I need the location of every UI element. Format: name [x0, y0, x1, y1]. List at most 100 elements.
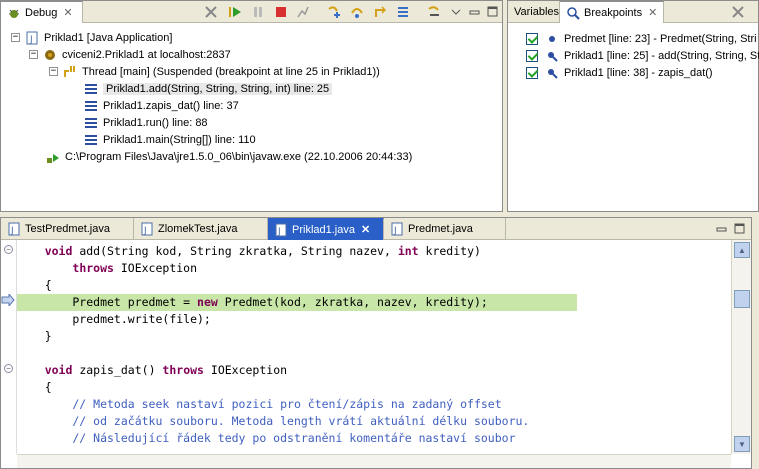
- collapse-toggle[interactable]: −: [11, 33, 20, 42]
- fold-icon[interactable]: −: [4, 245, 13, 254]
- stack-frame[interactable]: Priklad1.zapis_dat() line: 37: [83, 97, 239, 114]
- code-line: void zapis_dat() throws IOException: [44, 363, 288, 377]
- code-line: }: [17, 329, 52, 343]
- debug-tabbar: Debug ✕: [1, 1, 502, 23]
- current-code-line: Predmet predmet = new Predmet(kod, zkrat…: [17, 294, 577, 311]
- stack-frame-icon: [83, 132, 99, 148]
- tree-label: Priklad1.main(String[]) line: 110: [103, 133, 256, 146]
- step-into-icon[interactable]: [326, 4, 342, 20]
- maximize-icon[interactable]: [732, 221, 748, 237]
- horizontal-scrollbar[interactable]: [17, 454, 731, 468]
- breakpoints-icon: [566, 6, 580, 20]
- breakpoints-view: Variables Breakpoints ✕ Predmet [line: 2…: [507, 0, 759, 212]
- minimize-icon[interactable]: [714, 221, 730, 237]
- collapse-toggle[interactable]: −: [29, 50, 38, 59]
- tab-breakpoints[interactable]: Breakpoints ✕: [560, 1, 664, 23]
- process-icon: [45, 149, 61, 165]
- scroll-up-button[interactable]: ▲: [734, 242, 750, 258]
- breakpoints-tabbar: Variables Breakpoints ✕: [508, 1, 758, 23]
- close-icon[interactable]: ✕: [361, 223, 370, 236]
- view-menu-icon[interactable]: [448, 4, 464, 20]
- editor-ruler: − −: [1, 240, 17, 454]
- tab-debug[interactable]: Debug ✕: [1, 1, 83, 23]
- instruction-pointer-icon: [1, 292, 15, 308]
- debug-view: Debug ✕ − J Priklad1 [Java Application] …: [0, 0, 503, 212]
- tab-zlomektest[interactable]: J ZlomekTest.java: [134, 218, 268, 240]
- step-over-icon[interactable]: [349, 4, 365, 20]
- java-file-icon: J: [140, 222, 154, 236]
- tab-label: TestPredmet.java: [25, 223, 110, 235]
- stack-frame[interactable]: Priklad1.run() line: 88: [83, 114, 208, 131]
- suspend-icon[interactable]: [250, 4, 266, 20]
- code-editor[interactable]: void add(String kod, String zkratka, Str…: [17, 240, 731, 454]
- svg-text:J: J: [29, 35, 33, 45]
- tree-label: Priklad1.add(String, String, String, int…: [103, 82, 333, 95]
- tree-process[interactable]: C:\Program Files\Java\jre1.5.0_06\bin\ja…: [45, 148, 412, 165]
- remove-terminated-icon[interactable]: [203, 4, 219, 20]
- comment-line: // od začátku souboru. Metoda length vrá…: [17, 414, 530, 428]
- tab-label: ZlomekTest.java: [158, 223, 238, 235]
- tab-testpredmet[interactable]: J TestPredmet.java: [1, 218, 134, 240]
- thread-suspended-icon: [62, 64, 78, 80]
- breakpoint-item[interactable]: Priklad1 [line: 38] - zapis_dat(): [526, 64, 713, 81]
- code-line: {: [17, 278, 52, 292]
- java-file-icon: J: [390, 222, 404, 236]
- debug-bug-icon: [7, 6, 21, 20]
- code-line: throws IOException: [72, 261, 198, 275]
- svg-text:J: J: [277, 227, 281, 237]
- breakpoint-item[interactable]: Priklad1 [line: 25] - add(String, String…: [526, 47, 759, 64]
- stack-frame[interactable]: Priklad1.main(String[]) line: 110: [83, 131, 256, 148]
- collapse-toggle[interactable]: −: [49, 67, 58, 76]
- minimize-icon[interactable]: [467, 4, 483, 20]
- tab-variables[interactable]: Variables: [508, 1, 560, 23]
- tree-vm[interactable]: − cviceni2.Priklad1 at localhost:2837: [29, 46, 231, 63]
- breakpoints-tab-label: Breakpoints: [584, 6, 643, 19]
- tab-label: Predmet.java: [408, 223, 473, 235]
- breakpoint-label: Priklad1 [line: 25] - add(String, String…: [564, 49, 759, 62]
- debug-tab-label: Debug: [25, 6, 58, 19]
- editor-tabbar: J TestPredmet.java J ZlomekTest.java J P…: [1, 218, 751, 240]
- stack-frame-icon: [83, 115, 99, 131]
- breakpoint-checkbox[interactable]: [526, 32, 538, 45]
- close-icon[interactable]: ✕: [63, 6, 72, 19]
- breakpoint-item[interactable]: Predmet [line: 23] - Predmet(String, Str…: [526, 30, 757, 47]
- resume-icon[interactable]: [227, 4, 243, 20]
- remove-breakpoint-icon[interactable]: [730, 4, 746, 20]
- breakpoint-label: Predmet [line: 23] - Predmet(String, Str…: [564, 32, 757, 45]
- drop-to-frame-icon[interactable]: [395, 4, 411, 20]
- svg-text:J: J: [10, 226, 14, 236]
- close-icon[interactable]: ✕: [648, 6, 657, 19]
- tab-predmet[interactable]: J Predmet.java: [384, 218, 506, 240]
- editor-area: J TestPredmet.java J ZlomekTest.java J P…: [0, 217, 752, 469]
- maximize-icon[interactable]: [485, 4, 501, 20]
- tree-thread[interactable]: − Thread [main] (Suspended (breakpoint a…: [49, 63, 380, 80]
- code-line: void add(String kod, String zkratka, Str…: [44, 244, 481, 258]
- terminate-icon[interactable]: [273, 4, 289, 20]
- scroll-down-button[interactable]: ▼: [734, 436, 750, 452]
- tree-label: cviceni2.Priklad1 at localhost:2837: [62, 48, 231, 61]
- tab-priklad1[interactable]: J Priklad1.java ✕: [268, 218, 384, 240]
- java-file-icon: J: [274, 223, 288, 237]
- debug-tree: − J Priklad1 [Java Application] − cvicen…: [1, 23, 502, 211]
- comment-line: // Metoda seek nastaví pozici pro čtení/…: [17, 397, 502, 411]
- use-step-filters-icon[interactable]: [426, 4, 442, 20]
- step-return-icon[interactable]: [372, 4, 388, 20]
- svg-text:J: J: [143, 226, 147, 236]
- variables-tab-label: Variables: [514, 6, 560, 18]
- fold-icon[interactable]: −: [4, 364, 13, 373]
- line-breakpoint-icon: [544, 65, 560, 81]
- breakpoint-checkbox[interactable]: [526, 66, 538, 79]
- code-line: predmet.write(file);: [17, 312, 211, 326]
- tree-launch[interactable]: − J Priklad1 [Java Application]: [11, 29, 172, 46]
- class-breakpoint-icon: [544, 31, 560, 47]
- vertical-scrollbar[interactable]: ▲ ▼: [731, 240, 751, 454]
- tree-label: Priklad1.zapis_dat() line: 37: [103, 99, 239, 112]
- breakpoint-checkbox[interactable]: [526, 49, 538, 62]
- scroll-thumb[interactable]: [734, 290, 750, 308]
- stack-frame-icon: [83, 81, 99, 97]
- stack-frame[interactable]: Priklad1.add(String, String, String, int…: [83, 80, 333, 97]
- tree-label: Thread [main] (Suspended (breakpoint at …: [82, 65, 380, 78]
- tree-label: C:\Program Files\Java\jre1.5.0_06\bin\ja…: [65, 150, 413, 163]
- disconnect-icon[interactable]: [295, 4, 311, 20]
